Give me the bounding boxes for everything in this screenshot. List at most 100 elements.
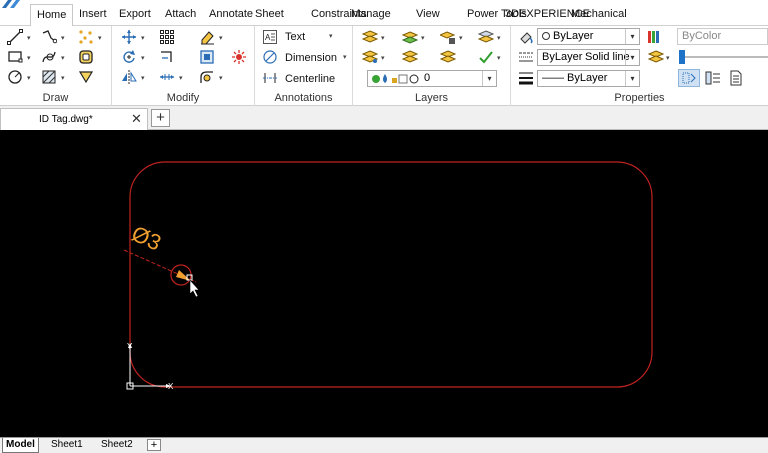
spline-dropdown-icon[interactable]: ▾ <box>61 55 69 63</box>
dimension-button[interactable]: Dimension <box>285 52 337 64</box>
plot-style-icon[interactable] <box>645 48 667 66</box>
match-properties-icon[interactable] <box>515 28 537 46</box>
color-dropdown[interactable]: ByLayer ▾ <box>537 28 640 45</box>
rectangle-icon[interactable] <box>4 48 26 66</box>
properties-palette-icon[interactable] <box>725 69 747 87</box>
properties-panel-title: Properties <box>614 92 665 104</box>
tab-view[interactable]: View <box>416 7 440 26</box>
list-properties-icon[interactable] <box>702 69 724 87</box>
linetype-dropdown-arrow-icon[interactable]: ▾ <box>625 50 639 65</box>
linetype-icon[interactable] <box>515 48 537 66</box>
layout-tab-sheet2[interactable]: Sheet2 <box>98 438 136 453</box>
lineweight-icon[interactable] <box>515 69 537 87</box>
tab-home[interactable]: Home <box>30 4 74 27</box>
tab-attach[interactable]: Attach <box>165 7 196 26</box>
layers-panel-title: Layers <box>414 92 449 104</box>
layer-lock-dropdown-icon[interactable]: ▾ <box>459 35 467 43</box>
layer-dropdown-arrow-icon[interactable]: ▾ <box>482 71 496 86</box>
scale-icon[interactable] <box>196 48 218 66</box>
ucs-x-label: X <box>168 382 174 391</box>
centerline-icon[interactable] <box>261 69 279 87</box>
explode-icon[interactable] <box>228 48 250 66</box>
layer-states-icon[interactable] <box>475 28 497 46</box>
points-dropdown-icon[interactable]: ▾ <box>98 35 106 43</box>
lineweight-dropdown[interactable]: —— ByLayer ▾ <box>537 70 640 87</box>
rectangle-dropdown-icon[interactable]: ▾ <box>27 55 35 63</box>
transparency-track <box>679 56 768 58</box>
erase-icon[interactable] <box>196 28 218 46</box>
stretch-icon[interactable] <box>156 68 178 86</box>
spline-icon[interactable] <box>38 48 60 66</box>
drawing-canvas[interactable]: Ø3 Y X <box>0 130 768 437</box>
text-button[interactable]: Text <box>285 31 305 43</box>
move-icon[interactable] <box>118 28 140 46</box>
move-dropdown-icon[interactable]: ▾ <box>141 35 149 43</box>
polyline-dropdown-icon[interactable]: ▾ <box>61 35 69 43</box>
circle-icon[interactable] <box>4 68 26 86</box>
circle-dropdown-icon[interactable]: ▾ <box>27 75 35 83</box>
make-current-icon[interactable] <box>475 48 497 66</box>
text-dropdown-icon[interactable]: ▾ <box>329 33 337 41</box>
color-bars-icon[interactable] <box>643 28 665 46</box>
new-document-button[interactable]: + <box>151 109 170 127</box>
layer-dropdown[interactable]: 0 ▾ <box>367 70 497 87</box>
app-logo-icon[interactable] <box>0 0 22 8</box>
layer-walk-icon[interactable] <box>437 48 459 66</box>
layer-properties-icon[interactable] <box>359 28 381 46</box>
tab-mechanical[interactable]: Mechanical <box>571 7 627 26</box>
layer-properties-dropdown-icon[interactable]: ▾ <box>381 35 389 43</box>
hatch-dropdown-icon[interactable]: ▾ <box>61 75 69 83</box>
layout-tab-sheet1[interactable]: Sheet1 <box>48 438 86 453</box>
layer-previous-icon[interactable] <box>399 48 421 66</box>
tab-manage[interactable]: Manage <box>351 7 391 26</box>
draw-panel: ▾ ▾ ▾ ▾ ▾ ▾ ▾ Draw <box>0 26 112 106</box>
region-icon[interactable] <box>75 48 97 66</box>
dimension-icon[interactable] <box>261 48 279 66</box>
layer-match-icon[interactable] <box>359 48 381 66</box>
mirror-dropdown-icon[interactable]: ▾ <box>141 75 149 83</box>
mirror-icon[interactable] <box>118 68 140 86</box>
bycolor-dropdown[interactable]: ByColor <box>677 28 768 45</box>
tab-export[interactable]: Export <box>119 7 151 26</box>
lineweight-dropdown-arrow-icon[interactable]: ▾ <box>625 71 639 86</box>
text-icon[interactable]: A <box>261 28 279 46</box>
layer-isolate-dropdown-icon[interactable]: ▾ <box>421 35 429 43</box>
dimension-dropdown-icon[interactable]: ▾ <box>343 54 351 62</box>
trim-icon[interactable] <box>156 48 178 66</box>
layout-tab-model[interactable]: Model <box>2 438 39 453</box>
layer-lock-icon[interactable] <box>437 28 459 46</box>
transparency-slider[interactable] <box>679 50 768 64</box>
erase-dropdown-icon[interactable]: ▾ <box>219 35 227 43</box>
linetype-dropdown[interactable]: ByLayer Solid line ▾ <box>537 49 640 66</box>
layer-isolate-icon[interactable] <box>399 28 421 46</box>
transparency-handle[interactable] <box>679 50 685 64</box>
wipeout-icon[interactable] <box>75 68 97 86</box>
tab-insert[interactable]: Insert <box>79 7 107 26</box>
fillet-icon[interactable] <box>196 68 218 86</box>
document-tab[interactable]: ID Tag.dwg* ✕ <box>0 108 148 130</box>
add-layout-button[interactable]: + <box>147 439 161 451</box>
hatch-icon[interactable] <box>38 68 60 86</box>
line-icon[interactable] <box>4 28 26 46</box>
tab-sheet[interactable]: Sheet <box>255 7 284 26</box>
color-dropdown-arrow-icon[interactable]: ▾ <box>625 29 639 44</box>
points-icon[interactable] <box>75 28 97 46</box>
tag-outline[interactable] <box>129 161 653 388</box>
rotate-icon[interactable] <box>118 48 140 66</box>
fillet-dropdown-icon[interactable]: ▾ <box>219 75 227 83</box>
quick-select-icon[interactable] <box>678 69 700 87</box>
dimension-text[interactable]: Ø3 <box>128 221 165 256</box>
layer-match-dropdown-icon[interactable]: ▾ <box>381 55 389 63</box>
plot-style-dropdown-icon[interactable]: ▾ <box>666 55 674 63</box>
stretch-dropdown-icon[interactable]: ▾ <box>179 75 187 83</box>
make-current-dropdown-icon[interactable]: ▾ <box>497 55 505 63</box>
layer-states-dropdown-icon[interactable]: ▾ <box>497 35 505 43</box>
array-icon[interactable] <box>156 28 178 46</box>
cursor-icon <box>189 279 200 298</box>
line-dropdown-icon[interactable]: ▾ <box>27 35 35 43</box>
close-icon[interactable]: ✕ <box>131 111 142 127</box>
tab-annotate[interactable]: Annotate <box>209 7 253 26</box>
polyline-icon[interactable] <box>38 28 60 46</box>
rotate-dropdown-icon[interactable]: ▾ <box>141 55 149 63</box>
centerline-button[interactable]: Centerline <box>285 73 335 85</box>
